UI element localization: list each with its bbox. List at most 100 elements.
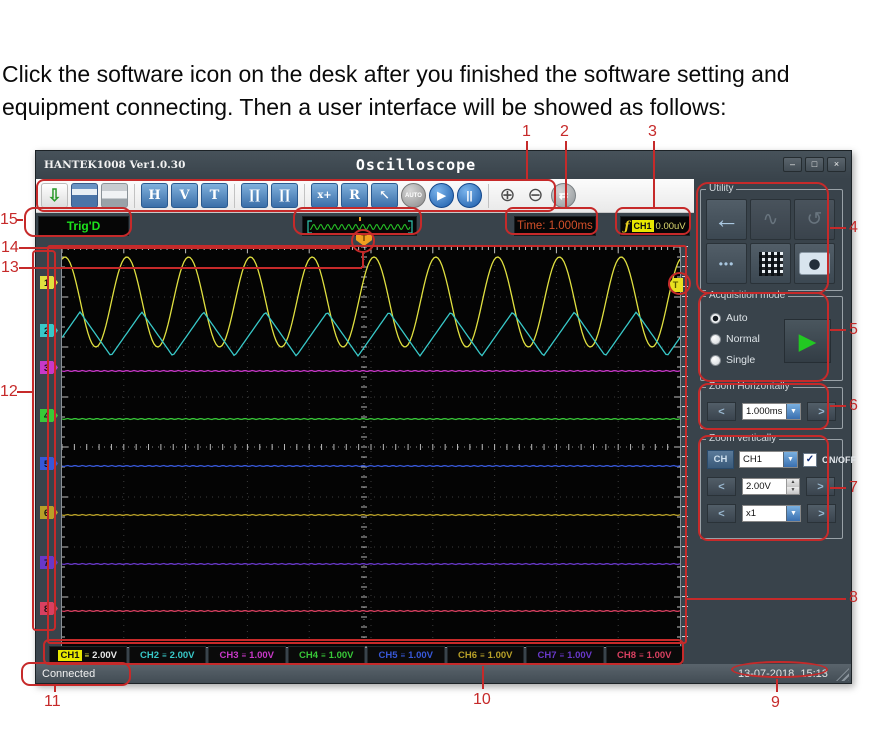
toolbar-separator [234, 184, 235, 208]
timebase-select[interactable]: 1.000ms ▼ [742, 403, 801, 420]
resize-grip[interactable] [836, 668, 849, 681]
trigger-level-value: 0.00uV [656, 221, 686, 232]
wave-record-button[interactable]: ∿ [750, 199, 791, 240]
channel-status-ch3[interactable]: CH3≡1.00V [208, 646, 286, 664]
channel-volts: 1.00V [567, 650, 592, 661]
back-button[interactable]: ← [706, 199, 747, 240]
datetime: 13-07-2018 15:13 [738, 668, 828, 680]
radio-auto[interactable]: Auto [710, 312, 760, 324]
ch-button[interactable]: CH [707, 450, 734, 469]
pause-button[interactable]: || [457, 183, 482, 208]
channel-marker-ch8[interactable]: 8 [40, 602, 58, 615]
scale-increase-button[interactable]: > [807, 504, 836, 523]
chevron-down-icon[interactable]: ▼ [786, 506, 800, 521]
window-controls: – □ × [783, 157, 846, 172]
callout-3-label: 3 [648, 123, 657, 141]
channel-status-ch8[interactable]: CH8≡1.00V [606, 646, 684, 664]
radio-normal[interactable]: Normal [710, 333, 760, 345]
zoom-in-button[interactable]: ⊕ [495, 184, 520, 207]
volts-decrease-button[interactable]: < [707, 477, 736, 496]
spin-down-icon[interactable]: ▼ [787, 487, 799, 495]
oscilloscope-window: HANTEK1008 Ver1.0.30 Oscilloscope – □ × … [35, 150, 852, 684]
spinner-arrows: ▲ ▼ [786, 479, 799, 494]
timebase-prev-button[interactable]: < [707, 402, 736, 421]
timebase-next-button[interactable]: > [807, 402, 836, 421]
acquisition-group-label: Acquisition mode [706, 290, 788, 301]
zoom-vertical-group: Zoom vertically CH CH1 ▼ ✓ ON/OFF < 2.00… [700, 439, 843, 539]
pass-fail-button[interactable]: ⇄ [551, 183, 576, 208]
spin-up-icon[interactable]: ▲ [787, 479, 799, 487]
start-button[interactable]: ▶ [429, 183, 454, 208]
channel-name: CH4 [299, 650, 318, 661]
scale-decrease-button[interactable]: < [707, 504, 736, 523]
open-button[interactable]: ⇩ [41, 183, 68, 208]
channel-marker-ch3[interactable]: 3 [40, 361, 58, 374]
callout-12-line [17, 391, 32, 393]
channel-marker-ch7[interactable]: 7 [40, 556, 58, 569]
callout-1-label: 1 [522, 123, 531, 141]
scale-select[interactable]: x1 ▼ [742, 505, 801, 522]
trigger-status-text: Trig'D [67, 219, 101, 233]
status-bar: Connected 13-07-2018 15:13 [36, 664, 851, 683]
autoset-button[interactable]: AUTO [401, 183, 426, 208]
intro-text: Click the software icon on the desk afte… [2, 58, 868, 124]
chevron-down-icon[interactable]: ▼ [786, 404, 800, 419]
channel-volts: 1.00V [329, 650, 354, 661]
run-button[interactable]: ▶ [784, 319, 831, 363]
minimize-button[interactable]: – [783, 157, 802, 172]
volts-increase-button[interactable]: > [806, 477, 835, 496]
channel-status-ch6[interactable]: CH6≡1.00V [447, 646, 525, 664]
channel-status-ch7[interactable]: CH7 ≡1.00V [526, 646, 604, 664]
channel-marker-ch5[interactable]: 5 [40, 457, 58, 470]
save-button[interactable] [71, 183, 98, 208]
acquisition-options: Auto Normal Single [710, 312, 760, 366]
acquisition-group: Acquisition mode AutoNormalSingle ▶ [700, 296, 843, 381]
square-wave-button[interactable]: ∏ [241, 183, 268, 208]
trigger-position-marker[interactable]: T [356, 233, 372, 246]
preview-waveform-icon [305, 217, 415, 235]
channel-onoff-checkbox[interactable]: ✓ [803, 453, 817, 467]
radio-single[interactable]: Single [710, 354, 760, 366]
cursor-measure-button[interactable]: x+ [311, 183, 338, 208]
volts-value: 2.00V [743, 479, 786, 494]
callout-11-line [54, 686, 56, 692]
connection-status: Connected [42, 668, 95, 680]
horizontal-menu-button[interactable]: H [141, 183, 168, 208]
chevron-down-icon[interactable]: ▼ [783, 452, 797, 467]
print-button[interactable] [101, 183, 128, 208]
waveform-ch4 [62, 419, 680, 420]
zoom-out-button[interactable]: ⊖ [523, 184, 548, 207]
waveform-measure-button[interactable]: ∏ [271, 183, 298, 208]
channel-name: CH7 [537, 650, 556, 661]
radio-icon [710, 334, 721, 345]
coupling-icon: ≡ [242, 651, 247, 660]
channel-status-ch1[interactable]: CH1≡2.00V [49, 646, 127, 664]
maximize-button[interactable]: □ [805, 157, 824, 172]
screenshot-button[interactable] [794, 243, 835, 284]
waveform-display[interactable]: T [61, 246, 681, 648]
channel-volts: 1.00V [647, 650, 672, 661]
pointer-button[interactable]: ↖ [371, 183, 398, 208]
qrcode-button[interactable] [750, 243, 791, 284]
vertical-menu-button[interactable]: V [171, 183, 198, 208]
channel-marker-ch4[interactable]: 4 [40, 409, 58, 422]
volts-spinner[interactable]: 2.00V ▲ ▼ [742, 478, 800, 495]
time-readout: Time: 1.000ms [517, 220, 593, 232]
channel-marker-ch6[interactable]: 6 [40, 506, 58, 519]
trigger-source-badge: CH1 [632, 220, 654, 232]
coupling-icon: ≡ [639, 651, 644, 660]
recall-button[interactable]: ↺ [794, 199, 835, 240]
channel-marker-ch1[interactable]: 1 [40, 276, 58, 289]
trigger-menu-button[interactable]: T [201, 183, 228, 208]
channel-status-ch2[interactable]: CH2≡2.00V [129, 646, 207, 664]
channel-marker-ch2[interactable]: 2 [40, 324, 58, 337]
channel-select[interactable]: CH1 ▼ [739, 451, 798, 468]
channel-status-ch5[interactable]: CH5≡1.00V [367, 646, 445, 664]
close-button[interactable]: × [827, 157, 846, 172]
coupling-icon: ≡ [560, 651, 565, 660]
callout-10-label: 10 [473, 691, 491, 709]
refresh-r-button[interactable]: R [341, 183, 368, 208]
channel-status-ch4[interactable]: CH4≡1.00V [288, 646, 366, 664]
waveform-ch3 [62, 371, 680, 372]
more-options-button[interactable]: ••• [706, 243, 747, 284]
